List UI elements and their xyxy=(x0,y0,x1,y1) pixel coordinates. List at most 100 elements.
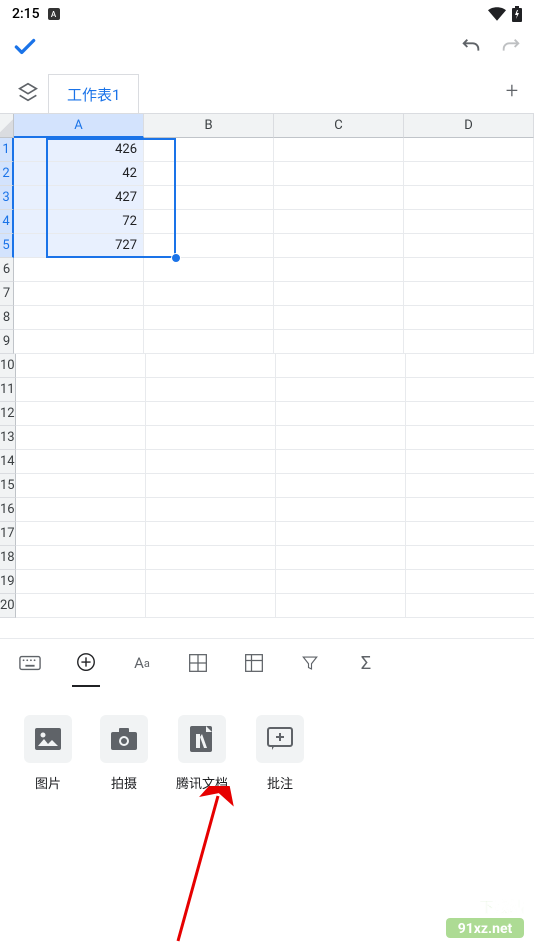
row-header[interactable]: 14 xyxy=(0,450,16,474)
cell[interactable] xyxy=(144,282,274,306)
cell[interactable] xyxy=(146,546,276,570)
cell[interactable] xyxy=(146,498,276,522)
cell[interactable] xyxy=(14,282,144,306)
row-header[interactable]: 5 xyxy=(0,234,14,258)
cell[interactable] xyxy=(274,306,404,330)
cell[interactable] xyxy=(276,450,406,474)
cell[interactable] xyxy=(146,354,276,378)
cell[interactable] xyxy=(146,570,276,594)
cell-tab[interactable] xyxy=(184,639,212,687)
row-header[interactable]: 20 xyxy=(0,594,16,618)
cell[interactable] xyxy=(274,210,404,234)
cell[interactable] xyxy=(146,522,276,546)
cell[interactable] xyxy=(276,474,406,498)
filter-tab[interactable] xyxy=(296,639,324,687)
row-header[interactable]: 18 xyxy=(0,546,16,570)
cell[interactable] xyxy=(406,450,534,474)
cell[interactable] xyxy=(16,498,146,522)
cell[interactable] xyxy=(16,450,146,474)
cell[interactable] xyxy=(406,522,534,546)
undo-button[interactable] xyxy=(460,36,482,62)
cell[interactable]: 426 xyxy=(14,138,144,162)
formula-tab[interactable]: Σ xyxy=(352,639,380,687)
row-header[interactable]: 11 xyxy=(0,378,16,402)
row-header[interactable]: 19 xyxy=(0,570,16,594)
cell[interactable] xyxy=(146,594,276,618)
cell[interactable] xyxy=(144,234,274,258)
cell[interactable] xyxy=(406,498,534,522)
cell[interactable] xyxy=(404,162,534,186)
cell[interactable] xyxy=(146,426,276,450)
cell[interactable] xyxy=(404,138,534,162)
redo-button[interactable] xyxy=(500,36,522,62)
text-format-tab[interactable]: Aa xyxy=(128,639,156,687)
cell[interactable] xyxy=(404,306,534,330)
row-header[interactable]: 6 xyxy=(0,258,14,282)
cell[interactable] xyxy=(274,138,404,162)
column-header[interactable]: C xyxy=(274,114,404,138)
cell[interactable] xyxy=(274,330,404,354)
row-header[interactable]: 15 xyxy=(0,474,16,498)
cell[interactable] xyxy=(406,378,534,402)
cell[interactable] xyxy=(276,426,406,450)
cell[interactable] xyxy=(144,306,274,330)
cell[interactable] xyxy=(16,570,146,594)
cell[interactable] xyxy=(16,594,146,618)
cell[interactable] xyxy=(274,282,404,306)
select-all-corner[interactable] xyxy=(0,114,14,138)
selection-handle[interactable] xyxy=(171,253,181,263)
confirm-button[interactable] xyxy=(12,34,38,64)
cell[interactable] xyxy=(276,546,406,570)
cell[interactable] xyxy=(276,570,406,594)
cell[interactable] xyxy=(16,354,146,378)
cell[interactable] xyxy=(16,546,146,570)
cell[interactable] xyxy=(406,474,534,498)
cell[interactable] xyxy=(276,498,406,522)
row-header[interactable]: 8 xyxy=(0,306,14,330)
cell[interactable] xyxy=(16,378,146,402)
cell[interactable] xyxy=(274,186,404,210)
cell[interactable] xyxy=(146,378,276,402)
row-header[interactable]: 2 xyxy=(0,162,14,186)
row-header[interactable]: 4 xyxy=(0,210,14,234)
cell[interactable] xyxy=(276,402,406,426)
cell[interactable] xyxy=(406,402,534,426)
cell[interactable] xyxy=(144,186,274,210)
sheet-tab[interactable]: 工作表1 xyxy=(48,74,139,113)
cell[interactable] xyxy=(276,354,406,378)
row-header[interactable]: 13 xyxy=(0,426,16,450)
cell[interactable] xyxy=(146,402,276,426)
cell[interactable] xyxy=(406,546,534,570)
cell[interactable] xyxy=(406,594,534,618)
cell[interactable] xyxy=(14,306,144,330)
cell[interactable] xyxy=(406,570,534,594)
cell[interactable] xyxy=(274,258,404,282)
cell[interactable] xyxy=(406,426,534,450)
cell[interactable] xyxy=(144,162,274,186)
cell[interactable]: 72 xyxy=(14,210,144,234)
grid-body[interactable]: 1426242342747257276789101112131415161718… xyxy=(0,138,534,618)
cell[interactable] xyxy=(16,522,146,546)
cell[interactable] xyxy=(144,210,274,234)
column-header[interactable]: B xyxy=(144,114,274,138)
cell[interactable]: 427 xyxy=(14,186,144,210)
cell[interactable] xyxy=(406,354,534,378)
layers-button[interactable] xyxy=(8,70,48,113)
cell[interactable] xyxy=(16,474,146,498)
cell[interactable] xyxy=(146,450,276,474)
row-header[interactable]: 10 xyxy=(0,354,16,378)
spreadsheet-grid[interactable]: ABCD 14262423427472572767891011121314151… xyxy=(0,114,534,618)
cell[interactable] xyxy=(276,522,406,546)
row-header[interactable]: 9 xyxy=(0,330,14,354)
cell[interactable] xyxy=(404,258,534,282)
insert-tab[interactable] xyxy=(72,639,100,687)
row-header[interactable]: 17 xyxy=(0,522,16,546)
insert-camera-button[interactable]: 拍摄 xyxy=(100,715,148,792)
cell[interactable] xyxy=(144,330,274,354)
cell[interactable] xyxy=(276,378,406,402)
row-header[interactable]: 7 xyxy=(0,282,14,306)
row-header[interactable]: 3 xyxy=(0,186,14,210)
insert-tencent-button[interactable]: 腾讯文档 xyxy=(176,715,228,792)
insert-image-button[interactable]: 图片 xyxy=(24,715,72,792)
insert-comment-button[interactable]: 批注 xyxy=(256,715,304,792)
